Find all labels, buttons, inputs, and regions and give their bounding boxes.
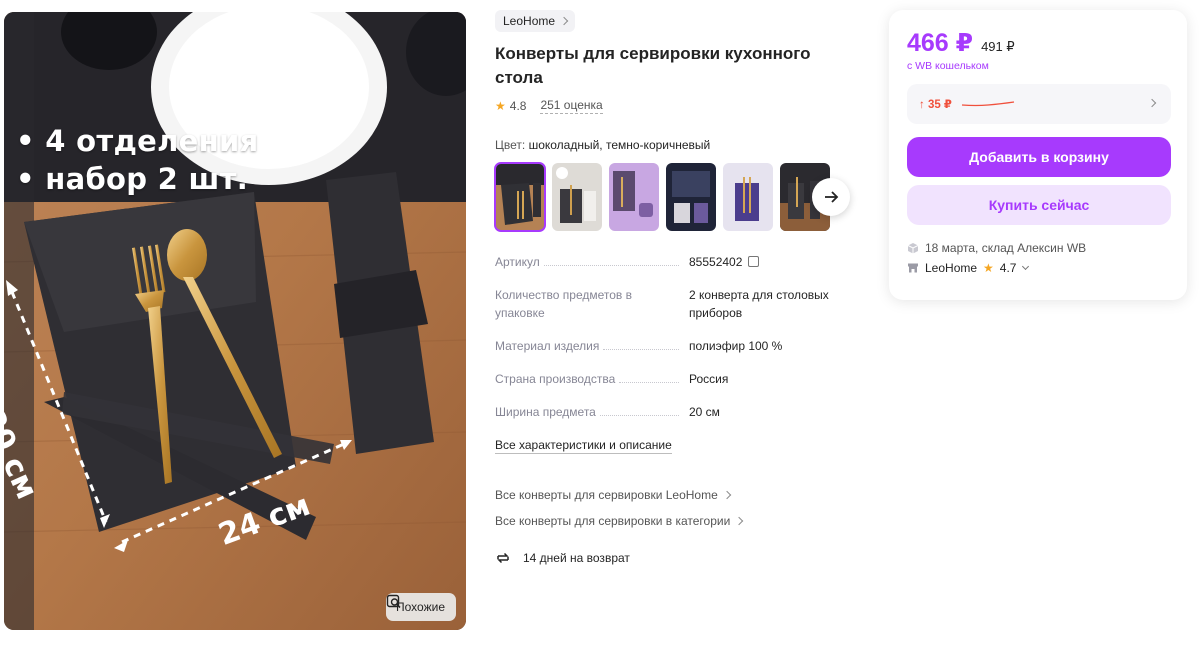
return-policy: 14 дней на возврат [495, 550, 855, 566]
spec-key: Ширина предмета [495, 403, 600, 421]
old-price: 491 ₽ [981, 39, 1015, 54]
product-info: LeoHome Конверты для сервировки кухонног… [494, 10, 855, 566]
spec-key: Страна производства [495, 370, 620, 388]
wallet-note: с WB кошельком [907, 60, 989, 72]
price-card: 466 ₽ 491 ₽ с WB кошельком ↑ 35 ₽ Добави… [889, 10, 1187, 300]
buy-now-button[interactable]: Купить сейчас [907, 185, 1171, 225]
color-value: шоколадный, темно-коричневый [528, 138, 711, 152]
price-line: 466 ₽ 491 ₽ [907, 28, 1171, 58]
color-row: Цвет: шоколадный, темно-коричневый [495, 138, 855, 152]
spec-row: Количество предметов в упаковке 2 конвер… [495, 286, 835, 322]
spec-list: Артикул 85552402 Количество предметов в … [495, 253, 835, 421]
chevron-right-icon [559, 16, 569, 26]
rating-row: ★ 4.8 251 оценка [495, 98, 855, 114]
photo-feature-compartments: • 4 отделения [16, 124, 259, 158]
spec-key: Материал изделия [495, 337, 604, 355]
seller-rating: 4.7 [999, 261, 1017, 275]
seller-name: LeoHome [925, 261, 978, 275]
delivery-text: 18 марта, склад Алексин WB [925, 241, 1087, 255]
seller-link[interactable]: LeoHome ★ 4.7 [907, 261, 1171, 275]
brand-link[interactable]: LeoHome [495, 10, 576, 32]
all-characteristics-link[interactable]: Все характеристики и описание [495, 438, 672, 454]
shop-icon [908, 263, 918, 273]
copy-icon[interactable] [748, 256, 760, 267]
thumbnails-next-button[interactable] [812, 178, 850, 216]
brand-category-link-label: Все конверты для сервировки LeoHome [495, 488, 718, 502]
spec-row: Артикул 85552402 [495, 253, 835, 271]
delivery-info: 18 марта, склад Алексин WB [907, 241, 1171, 255]
color-variant-thumb-2[interactable] [552, 163, 602, 231]
price-change: ↑ 35 ₽ [919, 99, 952, 111]
photo-feature-set: • набор 2 шт. [16, 162, 249, 196]
spec-value: 2 конверта для столовых приборов [689, 288, 829, 320]
color-variant-thumb-5[interactable] [723, 163, 773, 231]
color-label: Цвет: [495, 138, 526, 152]
price-trend-line-icon [961, 101, 1015, 107]
spec-key: Количество предметов в упаковке [495, 286, 655, 322]
spec-value: 20 см [689, 405, 720, 419]
add-to-cart-button[interactable]: Добавить в корзину [907, 137, 1171, 177]
color-variant-thumb-4[interactable] [666, 163, 716, 231]
spec-value: полиэфир 100 % [689, 339, 783, 353]
return-icon [497, 552, 509, 564]
chevron-right-icon [722, 490, 732, 500]
reviews-link[interactable]: 251 оценка [540, 98, 603, 114]
color-variant-thumb-3[interactable] [609, 163, 659, 231]
arrow-right-icon [825, 191, 839, 203]
category-link-label: Все конверты для сервировки в категории [495, 514, 731, 528]
chevron-right-icon [735, 516, 744, 526]
similar-search-icon [386, 594, 401, 609]
spec-row: Ширина предмета 20 см [495, 403, 835, 421]
spec-value-article: 85552402 [689, 255, 743, 269]
current-price: 466 ₽ [907, 29, 974, 57]
color-variant-thumb-1[interactable] [494, 162, 546, 232]
spec-value: Россия [689, 372, 729, 386]
star-icon: ★ [983, 261, 994, 275]
box-icon [907, 243, 919, 254]
product-title: Конверты для сервировки кухонного стола [495, 44, 811, 87]
category-link[interactable]: Все конверты для сервировки в категории [495, 514, 855, 528]
spec-row: Страна производства Россия [495, 370, 835, 388]
brand-category-link[interactable]: Все конверты для сервировки LeoHome [495, 488, 855, 502]
price-history-button[interactable]: ↑ 35 ₽ [907, 84, 1171, 124]
chevron-right-icon [1147, 98, 1157, 108]
brand-name: LeoHome [503, 14, 556, 28]
spec-key: Артикул [495, 253, 544, 271]
rating-value: 4.8 [509, 99, 527, 113]
similar-button-label: Похожие [396, 600, 445, 614]
chevron-down-icon [1022, 262, 1030, 270]
star-icon: ★ [495, 99, 506, 113]
return-policy-text: 14 дней на возврат [523, 551, 630, 565]
color-variant-thumbnails [494, 162, 855, 232]
spec-row: Материал изделия полиэфир 100 % [495, 337, 835, 355]
product-main-photo[interactable]: • 4 отделения • набор 2 шт. 24 см 20 см … [4, 12, 466, 630]
similar-button[interactable]: Похожие [386, 593, 456, 621]
